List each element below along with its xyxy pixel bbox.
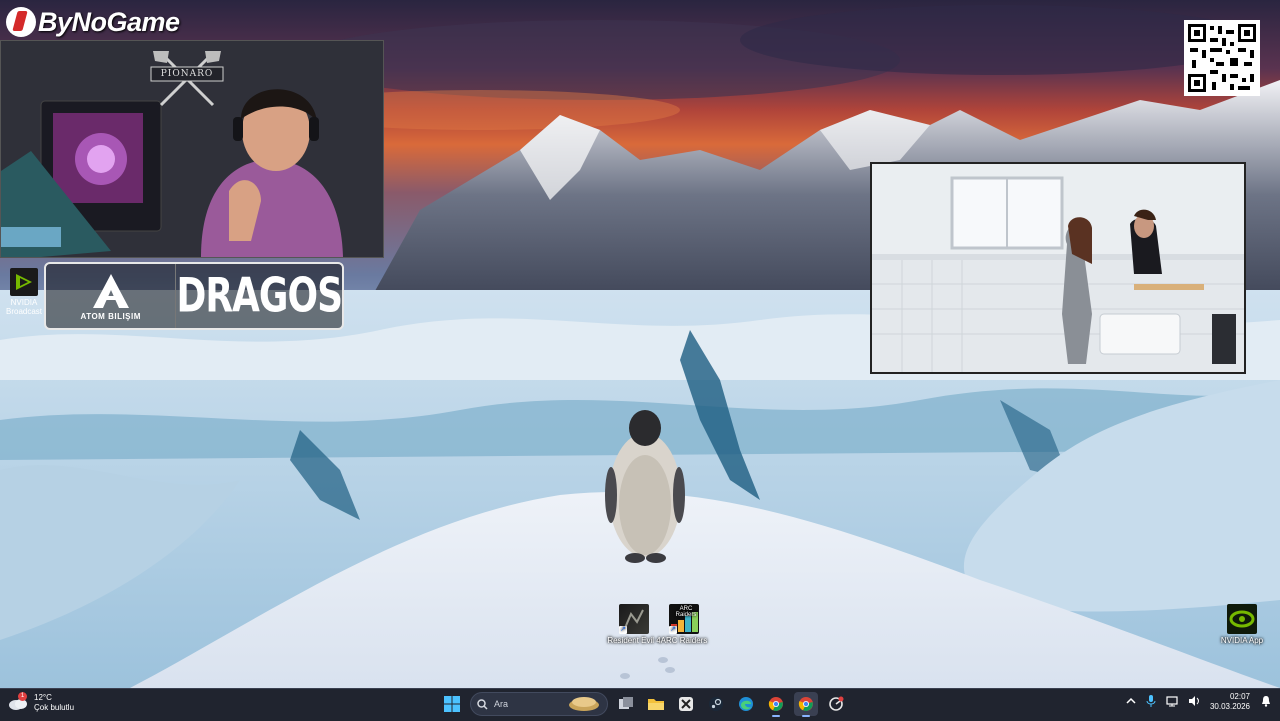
nvidia-broadcast-icon <box>10 268 38 296</box>
taskbar-search-box[interactable]: Ara <box>470 692 608 716</box>
file-explorer-icon <box>648 699 664 710</box>
xbox-icon <box>679 697 693 711</box>
file-explorer-button[interactable] <box>644 692 668 716</box>
app-button[interactable] <box>824 692 848 716</box>
system-tray: 02:07 30.03.2026 <box>1126 692 1272 712</box>
steam-icon <box>709 697 723 711</box>
start-button[interactable] <box>440 692 464 716</box>
network-icon[interactable] <box>1166 695 1178 709</box>
chrome-profile-button[interactable] <box>794 692 818 717</box>
video-frame <box>872 164 1244 372</box>
cloud-icon: 1 <box>8 692 28 711</box>
bynogame-logo: ByNoGame <box>6 4 180 40</box>
resident-evil-icon: ↗ <box>619 604 649 634</box>
weather-temp: 12°C <box>34 693 52 702</box>
atom-bilisim-sponsor: ATOM BILIŞIM <box>46 264 177 328</box>
weather-badge: 1 <box>18 692 27 701</box>
start-icon <box>444 696 460 712</box>
search-highlight-icon <box>567 694 601 714</box>
volume-icon[interactable] <box>1188 695 1200 709</box>
taskbar-apps: Ara <box>440 692 848 717</box>
webcam-overlay: PIONARO <box>0 40 384 258</box>
app-icon <box>829 696 844 711</box>
desktop-icon-label: NVIDIA App <box>1220 636 1264 645</box>
nvidia-app-icon <box>1227 604 1257 634</box>
desktop-icon-nvidia-app[interactable]: NVIDIA App <box>1212 604 1272 645</box>
sponsor-banner: ATOM BILIŞIM DRAGOS <box>44 262 344 330</box>
edge-button[interactable] <box>734 692 758 716</box>
dragos-sponsor-text: DRAGOS <box>176 269 343 323</box>
chrome-icon <box>768 697 783 711</box>
arc-raiders-icon: ARC Raiders ↗ <box>669 604 699 634</box>
shortcut-arrow-icon: ↗ <box>669 626 677 634</box>
taskbar: 1 12°C Çok bulutlu Ara 02:07 30.03.2026 <box>0 688 1280 721</box>
video-player-overlay <box>870 162 1246 374</box>
edge-icon <box>739 697 753 711</box>
arc-raiders-thumb-text: ARC Raiders <box>675 606 697 618</box>
xbox-button[interactable] <box>674 692 698 716</box>
task-view-button[interactable] <box>614 692 638 716</box>
weather-desc: Çok bulutlu <box>34 703 75 712</box>
qr-code <box>1184 20 1260 96</box>
desktop-icon-arc-raiders[interactable]: ARC Raiders ↗ ARC Raiders <box>654 604 714 645</box>
weather-widget[interactable]: 1 12°C Çok bulutlu <box>8 692 75 713</box>
search-icon <box>477 698 488 710</box>
qr-code-icon <box>1186 22 1258 94</box>
atom-bilisim-logo-icon <box>92 273 129 308</box>
webcam-banner-text: PIONARO <box>160 69 214 79</box>
nvidia-broadcast-label: NVIDIA Broadcast <box>6 298 43 316</box>
desktop-icon-nvidia-broadcast[interactable]: NVIDIA Broadcast <box>6 268 42 316</box>
clock-date: 30.03.2026 <box>1209 702 1250 711</box>
microphone-icon[interactable] <box>1146 695 1156 709</box>
desktop-icon-label: ARC Raiders <box>660 636 708 645</box>
steam-button[interactable] <box>704 692 728 716</box>
taskbar-clock[interactable]: 02:07 30.03.2026 <box>1210 692 1250 712</box>
shortcut-arrow-icon: ↗ <box>619 626 627 634</box>
bynogame-logo-text: ByNoGame <box>38 6 180 37</box>
webcam-banner: PIONARO <box>147 47 227 107</box>
bynogame-logo-icon <box>6 7 36 37</box>
notification-bell-icon[interactable] <box>1260 695 1272 709</box>
atom-bilisim-text: ATOM BILIŞIM <box>80 311 141 321</box>
chevron-up-icon[interactable] <box>1126 697 1136 707</box>
chrome-profile-icon <box>798 697 813 711</box>
chrome-button[interactable] <box>764 692 788 717</box>
task-view-icon <box>619 697 633 709</box>
search-placeholder: Ara <box>494 699 509 709</box>
clock-time: 02:07 <box>1229 692 1250 701</box>
